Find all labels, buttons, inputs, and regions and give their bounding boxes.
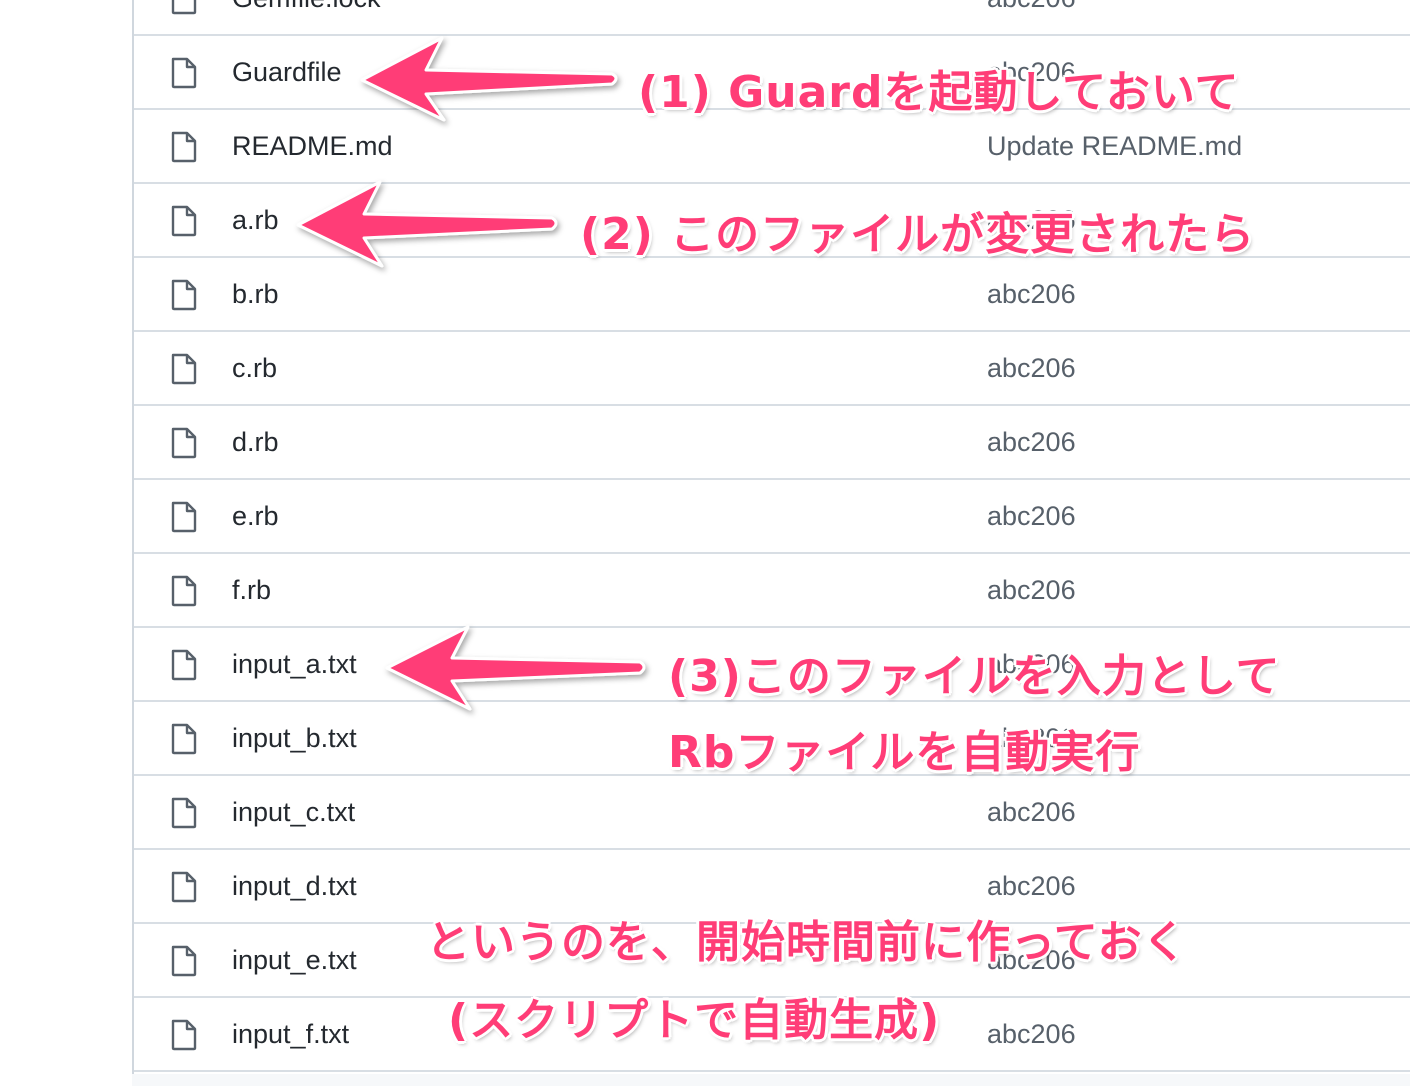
commit-message-link[interactable]: abc206 bbox=[987, 924, 1076, 996]
repository-file-browser: Gemfile.lockabc206Guardfileabc206README.… bbox=[0, 0, 1410, 1086]
commit-message-link[interactable]: abc206 bbox=[987, 332, 1076, 404]
file-row[interactable]: input_f.txt abc206 bbox=[134, 998, 1410, 1072]
commit-message-link[interactable]: abc206 bbox=[987, 258, 1076, 330]
file-name-link[interactable]: f.rb bbox=[232, 554, 271, 626]
file-row[interactable]: d.rb abc206 bbox=[134, 406, 1410, 480]
file-row[interactable]: b.rb abc206 bbox=[134, 258, 1410, 332]
commit-message-link[interactable]: abc206 bbox=[987, 480, 1076, 552]
file-list-footer bbox=[132, 1074, 1410, 1086]
file-row[interactable]: f.rb abc206 bbox=[134, 554, 1410, 628]
file-name-link[interactable]: Gemfile.lock bbox=[232, 0, 381, 34]
file-icon bbox=[170, 649, 198, 681]
file-icon bbox=[170, 353, 198, 385]
file-name-link[interactable]: input_d.txt bbox=[232, 850, 357, 922]
file-row[interactable]: c.rb abc206 bbox=[134, 332, 1410, 406]
file-name-link[interactable]: input_a.txt bbox=[232, 628, 357, 700]
file-name-link[interactable]: README.md bbox=[232, 110, 393, 182]
file-name-link[interactable]: b.rb bbox=[232, 258, 279, 330]
commit-message-link[interactable]: abc206 bbox=[987, 998, 1076, 1070]
file-name-link[interactable]: input_b.txt bbox=[232, 702, 357, 774]
commit-message-link[interactable]: abc206 bbox=[987, 850, 1076, 922]
file-row[interactable]: README.md Update README.md bbox=[134, 110, 1410, 184]
file-name-link[interactable]: Guardfile bbox=[232, 36, 342, 108]
file-icon bbox=[170, 871, 198, 903]
file-icon bbox=[170, 131, 198, 163]
file-name-link[interactable]: a.rb bbox=[232, 184, 279, 256]
commit-message-link[interactable]: abc206 bbox=[987, 406, 1076, 478]
file-name-link[interactable]: input_c.txt bbox=[232, 776, 355, 848]
file-name-link[interactable]: c.rb bbox=[232, 332, 277, 404]
file-icon bbox=[170, 279, 198, 311]
file-name-link[interactable]: input_e.txt bbox=[232, 924, 357, 996]
file-icon bbox=[170, 575, 198, 607]
file-name-link[interactable]: e.rb bbox=[232, 480, 279, 552]
file-row[interactable]: a.rb abc206 bbox=[134, 184, 1410, 258]
file-row[interactable]: input_e.txt abc206 bbox=[134, 924, 1410, 998]
file-row[interactable]: Guardfile abc206 bbox=[134, 36, 1410, 110]
commit-message-link[interactable]: Update README.md bbox=[987, 110, 1242, 182]
commit-message-link[interactable]: abc206 bbox=[987, 702, 1076, 774]
file-icon bbox=[170, 0, 198, 15]
file-icon bbox=[170, 797, 198, 829]
commit-message-link[interactable]: abc206 bbox=[987, 554, 1076, 626]
file-row[interactable]: Gemfile.lock abc206 bbox=[134, 0, 1410, 36]
commit-message-link[interactable]: abc206 bbox=[987, 628, 1076, 700]
commit-message-link[interactable]: abc206 bbox=[987, 36, 1076, 108]
file-icon bbox=[170, 723, 198, 755]
file-row[interactable]: input_b.txt abc206 bbox=[134, 702, 1410, 776]
file-name-link[interactable]: input_f.txt bbox=[232, 998, 349, 1070]
file-row[interactable]: input_c.txt abc206 bbox=[134, 776, 1410, 850]
file-list: Gemfile.lockabc206Guardfileabc206README.… bbox=[132, 0, 1410, 1086]
file-icon bbox=[170, 57, 198, 89]
file-name-link[interactable]: d.rb bbox=[232, 406, 279, 478]
commit-message-link[interactable]: abc206 bbox=[987, 776, 1076, 848]
commit-message-link[interactable]: abc206 bbox=[987, 184, 1076, 256]
file-icon bbox=[170, 427, 198, 459]
file-icon bbox=[170, 205, 198, 237]
commit-message-link[interactable]: abc206 bbox=[987, 0, 1076, 34]
file-icon bbox=[170, 501, 198, 533]
file-row[interactable]: input_d.txt abc206 bbox=[134, 850, 1410, 924]
file-row[interactable]: e.rb abc206 bbox=[134, 480, 1410, 554]
file-row[interactable]: input_a.txt abc206 bbox=[134, 628, 1410, 702]
file-icon bbox=[170, 1019, 198, 1051]
file-icon bbox=[170, 945, 198, 977]
